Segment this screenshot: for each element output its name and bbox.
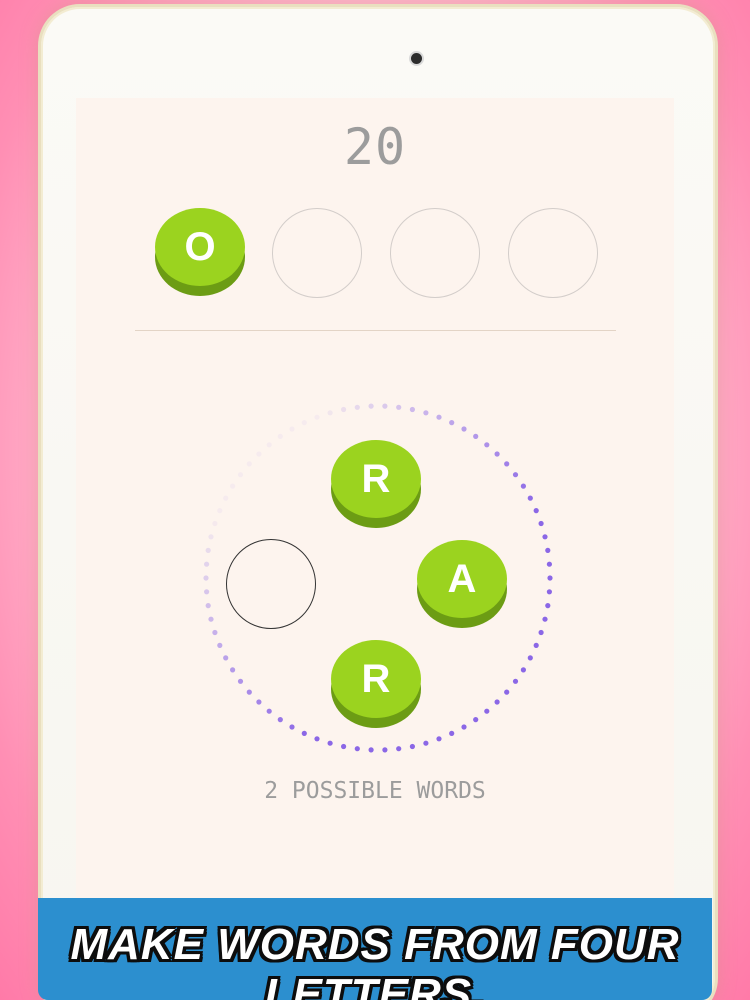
ring-dot [533,508,539,514]
ring-dot [520,667,526,673]
ring-dot [368,747,374,753]
ring-dot [237,472,244,478]
ring-dot [545,603,551,609]
ring-dot [314,414,320,420]
ring-dot [237,678,244,684]
ring-dot [327,740,333,746]
ring-dot [205,603,211,609]
ring-dot [217,642,223,648]
ring-dot [277,433,283,439]
ring-dot [494,451,500,457]
ring-dot [301,420,307,426]
ring-dot [546,589,552,595]
ring-dot [547,575,553,581]
ring-dot [538,629,544,636]
ring-dot [409,406,415,413]
ring-dot [289,426,295,432]
ring-dot [212,520,218,527]
ring-dot [368,403,374,409]
ring-dot [208,534,214,540]
ring-dot [423,740,429,746]
ring-dot [512,678,519,684]
ring-dot [473,717,479,723]
tile-letter: O [155,208,245,286]
ring-dot [230,483,236,489]
ring-dot [341,743,347,750]
ring-dot [277,717,283,723]
answer-slot-3[interactable] [390,208,480,298]
answer-slot-4[interactable] [508,208,598,298]
ring-dot [423,410,429,416]
ring-dot [527,495,533,501]
wheel-tile-top[interactable]: R [331,440,421,530]
ring-dot [289,724,295,730]
ring-dot [208,616,214,622]
used-letter-slot[interactable] [226,539,316,629]
ring-dot [382,403,388,409]
ring-dot [484,708,490,714]
ring-dot [546,561,552,567]
ring-dot [354,746,360,752]
ring-dot [256,699,262,705]
answer-slot-2[interactable] [272,208,362,298]
ring-dot [449,420,455,426]
ring-dot [504,461,510,467]
wheel-tile-bottom[interactable]: R [331,640,421,730]
ring-dot [449,730,455,736]
camera-dot [411,53,422,64]
tile-letter: A [417,540,507,618]
ring-dot [246,461,252,467]
ring-dot [396,404,402,410]
ring-dot [354,404,360,410]
ring-dot [223,495,229,501]
ring-dot [341,406,347,413]
divider-line [135,330,616,331]
promo-banner-text: MAKE WORDS FROM FOUR LETTERS. [70,920,680,1000]
ring-dot [204,561,210,567]
ring-dot [203,575,209,581]
ring-dot [266,708,272,714]
ring-dot [223,655,229,661]
ring-dot [327,410,333,416]
ring-dot [301,730,307,736]
ring-dot [314,736,320,742]
ring-dot [409,743,415,750]
ring-dot [542,616,548,622]
ring-dot [538,520,544,527]
ring-dot [396,746,402,752]
tile-letter: R [331,640,421,718]
ring-dot [512,472,519,478]
ring-dot [217,508,223,514]
ring-dot [246,689,252,695]
possible-words-label: 2 POSSIBLE WORDS [264,778,486,804]
ring-dot [461,724,467,730]
ring-dot [520,483,526,489]
ring-dot [484,442,490,448]
answer-slot-1-tile[interactable]: O [155,208,245,298]
ring-dot [461,426,467,432]
ring-dot [527,655,533,661]
ring-dot [266,442,272,448]
tile-letter: R [331,440,421,518]
ring-dot [205,547,211,553]
ring-dot [230,667,236,673]
ring-dot [256,451,262,457]
score-counter: 20 [343,118,407,176]
ring-dot [533,642,539,648]
ring-dot [436,736,442,742]
ring-dot [473,433,479,439]
ring-dot [545,547,551,553]
ring-dot [542,534,548,540]
ring-dot [436,414,442,420]
ring-dot [382,747,388,753]
ring-dot [494,699,500,705]
ring-dot [204,589,210,595]
wheel-tile-right[interactable]: A [417,540,507,630]
ring-dot [504,689,510,695]
ring-dot [212,629,218,636]
